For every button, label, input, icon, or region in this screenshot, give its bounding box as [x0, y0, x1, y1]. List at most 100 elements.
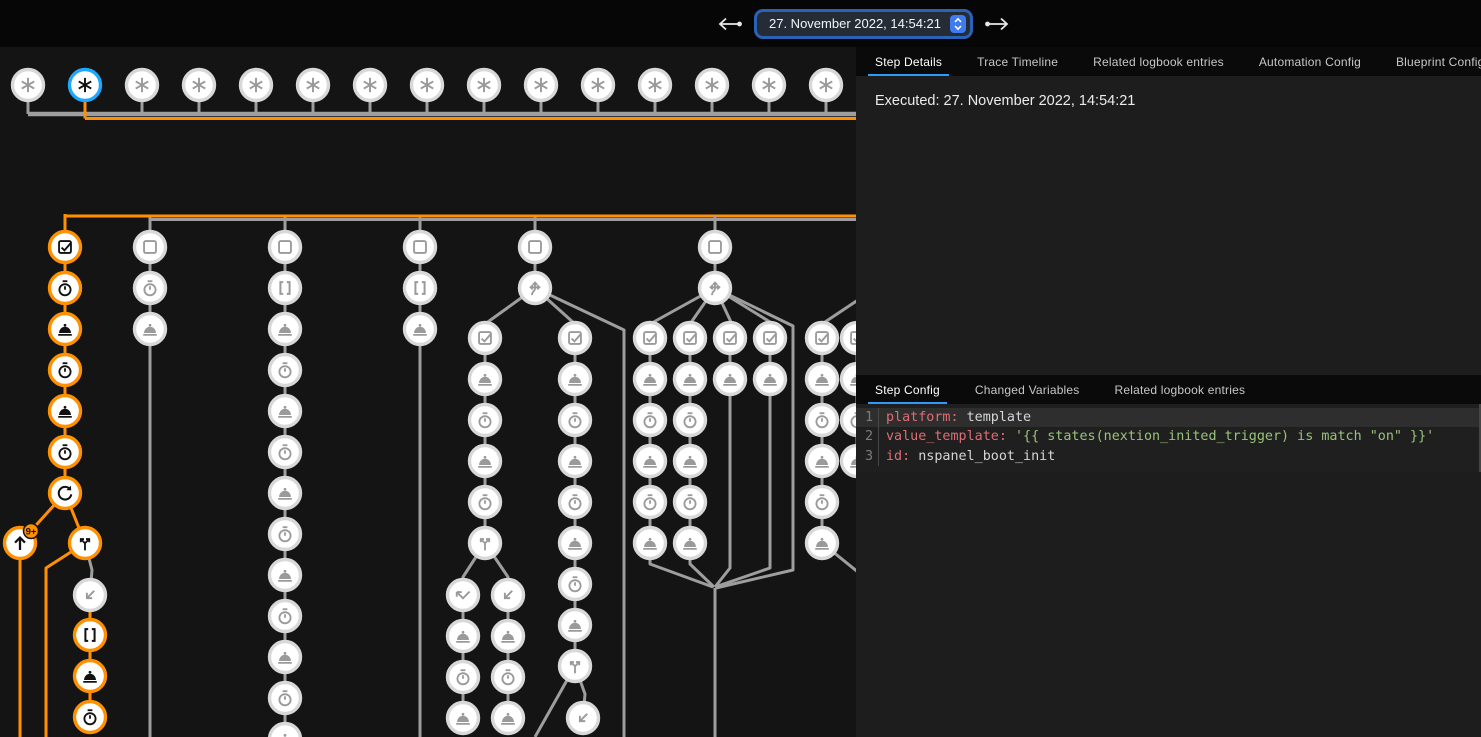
trace-node-service-bell[interactable]: [807, 364, 838, 395]
trace-node-call-received[interactable]: [493, 580, 524, 611]
trace-node-service-bell[interactable]: [448, 703, 479, 734]
trace-node-timer[interactable]: [135, 273, 166, 304]
next-run-icon[interactable]: [983, 17, 1011, 31]
trace-node-checkbox-marked[interactable]: [635, 323, 666, 354]
trace-node-service-bell[interactable]: [675, 446, 706, 477]
trace-node-checkbox-marked[interactable]: [470, 323, 501, 354]
code-line-2[interactable]: 2value_template: '{{ states(nextion_init…: [856, 427, 1481, 446]
trace-node-timer[interactable]: [675, 405, 706, 436]
trace-node-asterisk[interactable]: [469, 70, 500, 101]
trace-node-timer[interactable]: [270, 683, 301, 714]
trace-node-timer[interactable]: [675, 487, 706, 518]
trace-node-timer[interactable]: [50, 437, 81, 468]
trace-node-service-bell[interactable]: [755, 364, 786, 395]
trace-node-timer[interactable]: [807, 405, 838, 436]
previous-run-icon[interactable]: [716, 17, 744, 31]
trace-node-timer[interactable]: [493, 662, 524, 693]
trace-node-asterisk[interactable]: [13, 70, 44, 101]
trace-node-timer[interactable]: [560, 405, 591, 436]
trace-node-timer[interactable]: [635, 487, 666, 518]
trace-node-service-bell[interactable]: [50, 314, 81, 345]
trace-node-service-bell[interactable]: [842, 364, 857, 395]
trace-node-service-bell[interactable]: [635, 446, 666, 477]
tab-changed-variables[interactable]: Changed Variables: [975, 375, 1080, 404]
tab-step-config[interactable]: Step Config: [875, 375, 940, 404]
trace-node-service-bell[interactable]: [560, 528, 591, 559]
trace-node-checkbox-blank[interactable]: [135, 232, 166, 263]
trace-node-checkbox-marked[interactable]: [675, 323, 706, 354]
tab-automation-config[interactable]: Automation Config: [1259, 47, 1361, 76]
trace-node-checkbox-blank[interactable]: [270, 232, 301, 263]
tab-trace-timeline[interactable]: Trace Timeline: [977, 47, 1058, 76]
trace-node-checkbox-blank[interactable]: [405, 232, 436, 263]
step-config-code-editor[interactable]: 1platform: template2value_template: '{{ …: [856, 404, 1481, 472]
trace-node-asterisk[interactable]: [298, 70, 329, 101]
trace-node-service-bell[interactable]: [270, 396, 301, 427]
trace-node-refresh[interactable]: [50, 478, 81, 509]
trace-node-service-bell[interactable]: [135, 314, 166, 345]
trace-node-service-bell[interactable]: [675, 364, 706, 395]
trace-node-checkbox-blank[interactable]: [700, 232, 731, 263]
trace-node-service-bell[interactable]: [493, 621, 524, 652]
trace-node-call-received[interactable]: [568, 703, 599, 734]
trace-node-asterisk[interactable]: [412, 70, 443, 101]
trace-node-asterisk[interactable]: [583, 70, 614, 101]
trace-node-timer[interactable]: [75, 702, 106, 733]
trace-node-asterisk[interactable]: [697, 70, 728, 101]
trace-node-call-missed[interactable]: [448, 580, 479, 611]
trace-node-timer[interactable]: [470, 487, 501, 518]
trace-node-timer[interactable]: [448, 662, 479, 693]
trace-node-asterisk[interactable]: [754, 70, 785, 101]
code-line-3[interactable]: 3id: nspanel_boot_init: [856, 447, 1481, 466]
trace-node-call-split[interactable]: [470, 528, 501, 559]
trace-node-timer[interactable]: [50, 273, 81, 304]
trace-node-timer[interactable]: [270, 519, 301, 550]
code-line-1[interactable]: 1platform: template: [856, 408, 1481, 427]
trace-node-checkbox-marked[interactable]: [50, 232, 81, 263]
trace-node-service-bell[interactable]: [807, 528, 838, 559]
trace-node-timer[interactable]: [842, 405, 857, 436]
trace-node-service-bell[interactable]: [470, 446, 501, 477]
trace-node-service-bell[interactable]: [560, 610, 591, 641]
trace-node-service-bell[interactable]: [635, 528, 666, 559]
trace-node-timer[interactable]: [470, 405, 501, 436]
trace-node-service-bell[interactable]: [560, 446, 591, 477]
tab-related-logbook-entries[interactable]: Related logbook entries: [1115, 375, 1246, 404]
trace-node-asterisk[interactable]: [526, 70, 557, 101]
trace-node-service-bell[interactable]: [270, 642, 301, 673]
trace-node-service-bell[interactable]: [807, 446, 838, 477]
trace-node-timer[interactable]: [560, 569, 591, 600]
trace-node-service-bell[interactable]: [270, 724, 301, 737]
trace-node-arrow-up[interactable]: 9+: [5, 524, 39, 559]
run-select[interactable]: 27. November 2022, 14:54:21: [757, 12, 970, 36]
trace-node-service-bell[interactable]: [715, 364, 746, 395]
trace-node-service-bell[interactable]: [75, 661, 106, 692]
trace-node-service-bell[interactable]: [675, 528, 706, 559]
trace-node-timer[interactable]: [560, 487, 591, 518]
trace-node-service-bell[interactable]: [270, 478, 301, 509]
tab-blueprint-config[interactable]: Blueprint Config: [1396, 47, 1481, 76]
trace-node-brackets[interactable]: [270, 273, 301, 304]
trace-node-checkbox-blank[interactable]: [520, 232, 551, 263]
trace-node-call-received[interactable]: [75, 580, 106, 611]
trace-node-timer[interactable]: [270, 601, 301, 632]
trace-node-timer[interactable]: [270, 355, 301, 386]
trace-node-service-bell[interactable]: [50, 396, 81, 427]
trace-node-service-bell[interactable]: [635, 364, 666, 395]
trace-node-asterisk[interactable]: [70, 70, 101, 101]
trace-node-checkbox-marked[interactable]: [560, 323, 591, 354]
trace-node-call-split[interactable]: [70, 528, 101, 559]
trace-node-service-bell[interactable]: [405, 314, 436, 345]
trace-node-asterisk[interactable]: [184, 70, 215, 101]
trace-node-arrow-decision[interactable]: [700, 273, 731, 304]
trace-node-asterisk[interactable]: [127, 70, 158, 101]
tab-related-logbook-entries[interactable]: Related logbook entries: [1093, 47, 1224, 76]
trace-node-brackets[interactable]: [405, 273, 436, 304]
trace-node-service-bell[interactable]: [842, 446, 857, 477]
trace-node-timer[interactable]: [270, 437, 301, 468]
trace-node-service-bell[interactable]: [560, 364, 591, 395]
trace-node-asterisk[interactable]: [241, 70, 272, 101]
trace-node-checkbox-marked[interactable]: [755, 323, 786, 354]
trace-node-asterisk[interactable]: [640, 70, 671, 101]
trace-node-checkbox-marked[interactable]: [842, 323, 857, 354]
